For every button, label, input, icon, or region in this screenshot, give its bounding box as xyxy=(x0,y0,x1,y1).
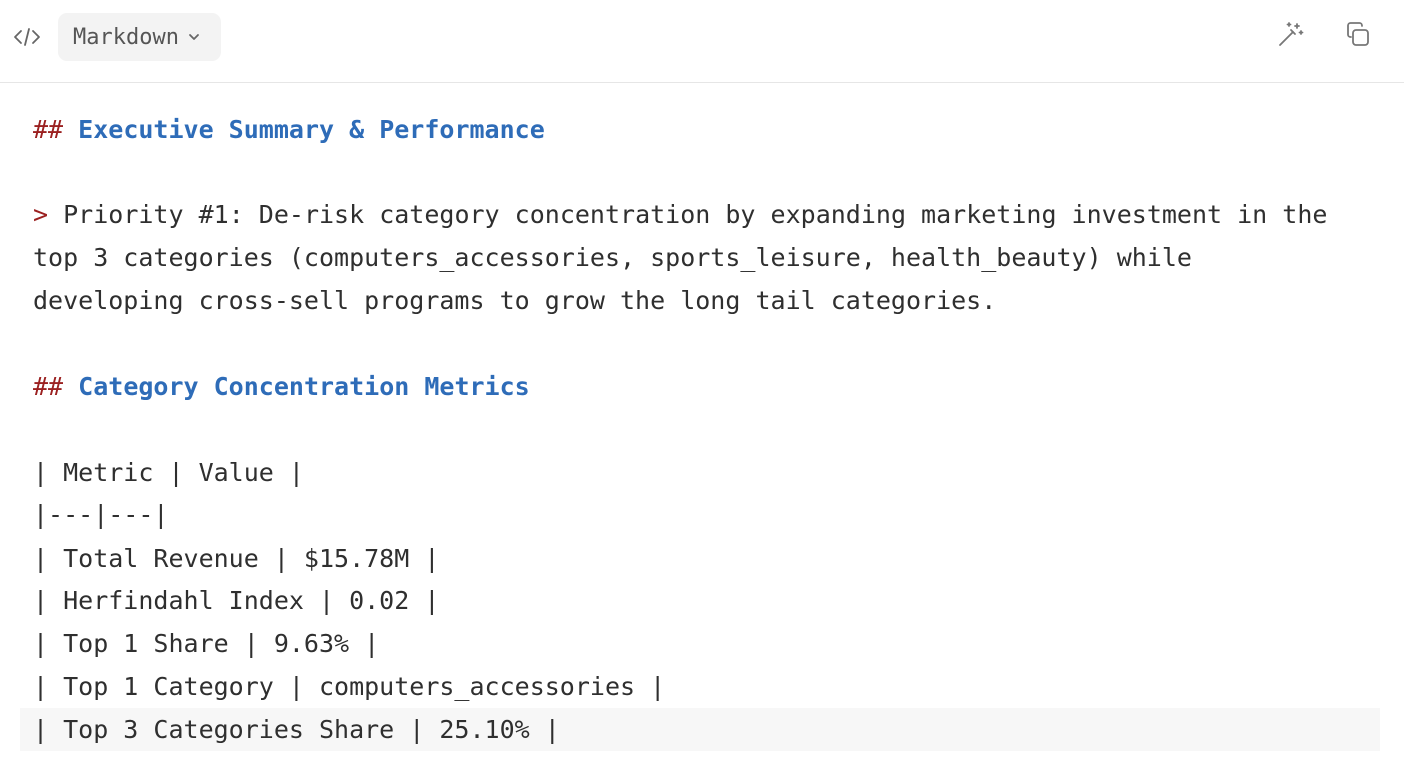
heading-line: ## Category Concentration Metrics xyxy=(33,365,530,408)
heading-marker: ## xyxy=(33,115,64,144)
table-line: | Top 1 Category | computers_accessories… xyxy=(33,672,666,701)
language-select-label: Markdown xyxy=(73,24,179,50)
magic-wand-button[interactable] xyxy=(1272,19,1308,55)
copy-icon xyxy=(1344,21,1372,53)
table-line: | Herfindahl Index | 0.02 | xyxy=(33,586,440,615)
heading-marker: ## xyxy=(33,372,64,401)
heading-text: Executive Summary & Performance xyxy=(78,115,545,144)
table-line: | Metric | Value | xyxy=(33,458,304,487)
heading-line: ## Executive Summary & Performance xyxy=(33,108,545,151)
table-line: | Total Revenue | $15.78M | xyxy=(33,544,440,573)
language-select[interactable]: Markdown xyxy=(58,13,221,61)
table-line: |---|---| xyxy=(33,500,169,529)
quote-marker: > xyxy=(33,200,49,229)
code-editor[interactable]: ## Executive Summary & Performance > Pri… xyxy=(0,84,1404,778)
quote-text: Priority #1: De-risk category concentrat… xyxy=(63,200,1328,229)
quote-line: developing cross-sell programs to grow t… xyxy=(33,286,997,315)
heading-text: Category Concentration Metrics xyxy=(78,372,530,401)
code-block-toolbar: Markdown xyxy=(0,0,1404,83)
copy-button[interactable] xyxy=(1340,19,1376,55)
table-line: | Top 1 Share | 9.63% | xyxy=(33,629,380,658)
chevron-down-icon xyxy=(187,30,201,44)
quote-line: top 3 categories (computers_accessories,… xyxy=(33,243,1192,272)
table-line: | Top 3 Categories Share | 25.10% | xyxy=(33,715,560,744)
quote-line: > Priority #1: De-risk category concentr… xyxy=(33,193,1327,236)
magic-wand-icon xyxy=(1276,21,1304,53)
code-icon xyxy=(12,23,42,51)
